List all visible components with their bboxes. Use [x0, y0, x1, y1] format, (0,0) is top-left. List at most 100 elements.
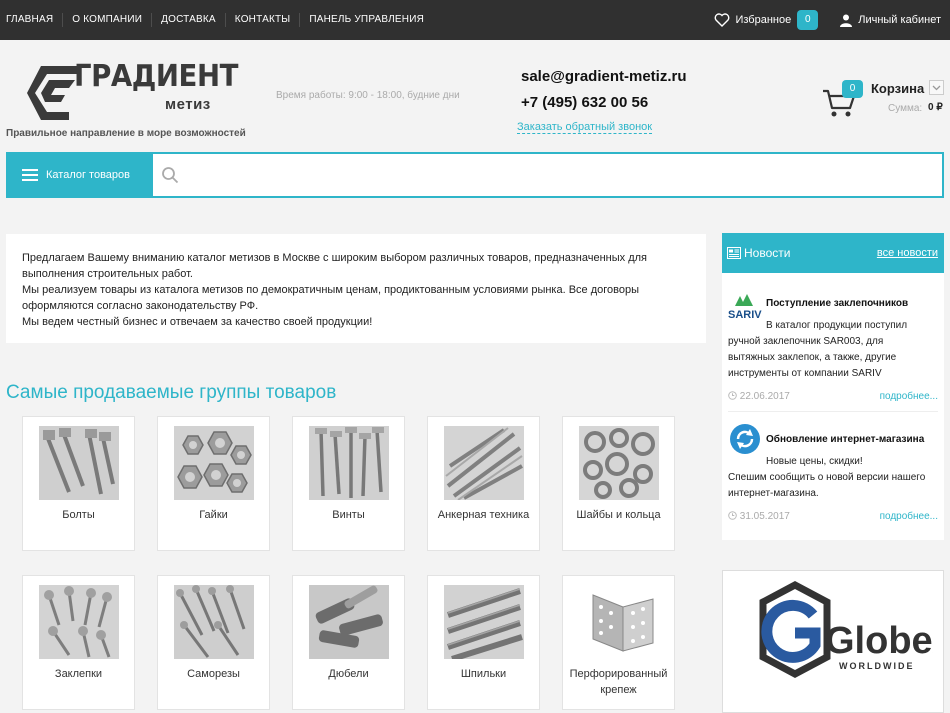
working-hours: Время работы: 9:00 - 18:00, будние дни — [276, 90, 460, 101]
anchors-image — [444, 426, 524, 500]
chevron-down-icon — [932, 85, 941, 91]
news-widget: Новости все новости SARIV Поступление за… — [722, 233, 944, 540]
bolts-image — [39, 426, 119, 500]
intro-line: выполнения строительных работ. — [22, 268, 193, 280]
category-card-bolts[interactable]: Болты — [22, 416, 135, 551]
category-card-rivets[interactable]: Заклепки — [22, 575, 135, 710]
news-item-text: инструменты от компании SARIV — [728, 368, 882, 379]
news-separator — [728, 411, 938, 412]
news-item-text: ручной заклепочник SAR003, для — [728, 336, 884, 347]
category-name: Саморезы — [187, 668, 240, 680]
category-name: Гайки — [199, 509, 228, 521]
globex-logo: Globex WORLDWIDE — [759, 581, 933, 678]
intro-text-block: Предлагаем Вашему вниманию каталог метиз… — [6, 234, 706, 343]
nav-home[interactable]: ГЛАВНАЯ — [6, 13, 62, 27]
category-name: Винты — [332, 509, 365, 521]
catalog-menu-label: Каталог товаров — [46, 169, 130, 181]
perforated-fasteners-image — [579, 585, 659, 659]
user-icon — [840, 14, 853, 27]
clock-icon — [728, 511, 737, 520]
dowels-image — [309, 585, 389, 659]
cart-sum-label: Сумма: — [888, 103, 923, 114]
category-card-perforated-fasteners[interactable]: Перфорированный крепеж — [562, 575, 675, 710]
svg-text:Globex: Globex — [825, 620, 933, 662]
news-header: Новости все новости — [722, 233, 944, 273]
category-name: Шайбы и кольца — [576, 509, 661, 521]
favorites-link[interactable]: Избранное 0 — [714, 10, 819, 30]
category-card-anchors[interactable]: Анкерная техника — [427, 416, 540, 551]
category-name: Анкерная техника — [437, 509, 530, 521]
callback-request-link[interactable]: Заказать обратный звонок — [517, 121, 653, 134]
catalog-menu-button[interactable]: Каталог товаров — [6, 152, 153, 198]
search-input[interactable] — [193, 162, 933, 188]
site-logo[interactable]: ГРАДИЕНТ метиз — [25, 59, 238, 124]
tagline: Правильное направление в море возможност… — [6, 128, 246, 139]
category-name: Дюбели — [328, 668, 369, 680]
washers-image — [579, 426, 659, 500]
search-bar: Каталог товаров — [6, 152, 944, 198]
all-news-link[interactable]: все новости — [877, 247, 938, 259]
news-item-text: Новые цены, скидки! — [766, 456, 863, 467]
category-card-screws[interactable]: Винты — [292, 416, 405, 551]
intro-line: Предлагаем Вашему вниманию каталог метиз… — [22, 252, 647, 264]
cart-title: Корзина — [871, 81, 925, 96]
news-item-text: В каталог продукции поступил — [766, 320, 908, 331]
svg-text:SARIV: SARIV — [728, 309, 762, 321]
category-card-washers[interactable]: Шайбы и кольца — [562, 416, 675, 551]
news-item-title[interactable]: Поступление заклепочников — [766, 298, 908, 309]
update-refresh-icon — [730, 424, 760, 454]
intro-line: Мы ведем честный бизнес и отвечаем за ка… — [22, 316, 373, 328]
news-item-title[interactable]: Обновление интернет-магазина — [766, 434, 924, 445]
news-item-text: интернет-магазина. — [728, 488, 819, 499]
clock-icon — [728, 391, 737, 400]
globex-banner[interactable]: Globex WORLDWIDE — [722, 570, 944, 713]
news-item-text: вытяжных заклепок, а также, другие — [728, 352, 897, 363]
intro-line: Мы реализуем товары из каталога метизов … — [22, 284, 640, 296]
contact-phone[interactable]: +7 (495) 632 00 56 — [521, 94, 648, 111]
top-bar: ГЛАВНАЯ О КОМПАНИИ ДОСТАВКА КОНТАКТЫ ПАН… — [0, 0, 950, 40]
svg-text:WORLDWIDE: WORLDWIDE — [839, 661, 915, 671]
nuts-image — [174, 426, 254, 500]
news-item-text: Спешим сообщить о новой версии нашего — [728, 472, 926, 483]
sariv-logo: SARIV — [728, 294, 762, 321]
search-icon[interactable] — [161, 166, 179, 184]
rivets-image — [39, 585, 119, 659]
newspaper-icon — [727, 247, 741, 259]
hamburger-icon — [22, 166, 38, 184]
self-tapping-screws-image — [174, 585, 254, 659]
category-name: Болты — [62, 509, 95, 521]
news-more-link[interactable]: подробнее... — [880, 511, 938, 522]
nav-control-panel[interactable]: ПАНЕЛЬ УПРАВЛЕНИЯ — [299, 13, 433, 27]
news-title: Новости — [744, 246, 791, 260]
intro-line: оформляются согласно законодательству РФ… — [22, 300, 259, 312]
heart-icon — [715, 13, 730, 27]
cart-widget[interactable]: 0 Корзина Сумма: 0 ₽ — [822, 80, 947, 120]
category-name: Заклепки — [54, 668, 103, 680]
category-card-self-tapping-screws[interactable]: Саморезы — [157, 575, 270, 710]
screws-image — [309, 426, 389, 500]
nav-delivery[interactable]: ДОСТАВКА — [151, 13, 225, 27]
category-name: Перфорированный крепеж — [569, 668, 668, 696]
personal-cabinet-link[interactable]: Личный кабинет — [840, 14, 941, 27]
logo-title: ГРАДИЕНТ — [74, 59, 238, 94]
cart-dropdown-toggle[interactable] — [929, 80, 944, 95]
top-nav: ГЛАВНАЯ О КОМПАНИИ ДОСТАВКА КОНТАКТЫ ПАН… — [6, 0, 433, 40]
logo-subtitle: метиз — [165, 96, 211, 113]
studs-image — [444, 585, 524, 659]
category-card-nuts[interactable]: Гайки — [157, 416, 270, 551]
section-title: Самые продаваемые группы товаров — [6, 382, 337, 403]
nav-about[interactable]: О КОМПАНИИ — [62, 13, 151, 27]
category-name: Шпильки — [460, 668, 507, 680]
contact-email[interactable]: sale@gradient-metiz.ru — [521, 68, 687, 85]
category-card-studs[interactable]: Шпильки — [427, 575, 540, 710]
favorites-count-badge: 0 — [797, 10, 819, 30]
cart-count-badge: 0 — [842, 80, 863, 98]
news-date: 31.05.2017 — [728, 511, 790, 522]
favorites-label: Избранное — [735, 14, 792, 26]
news-more-link[interactable]: подробнее... — [880, 391, 938, 402]
cart-sum-value: 0 ₽ — [928, 102, 943, 113]
personal-cabinet-label: Личный кабинет — [858, 14, 941, 26]
news-date: 22.06.2017 — [728, 391, 790, 402]
category-card-dowels[interactable]: Дюбели — [292, 575, 405, 710]
nav-contacts[interactable]: КОНТАКТЫ — [224, 13, 300, 27]
